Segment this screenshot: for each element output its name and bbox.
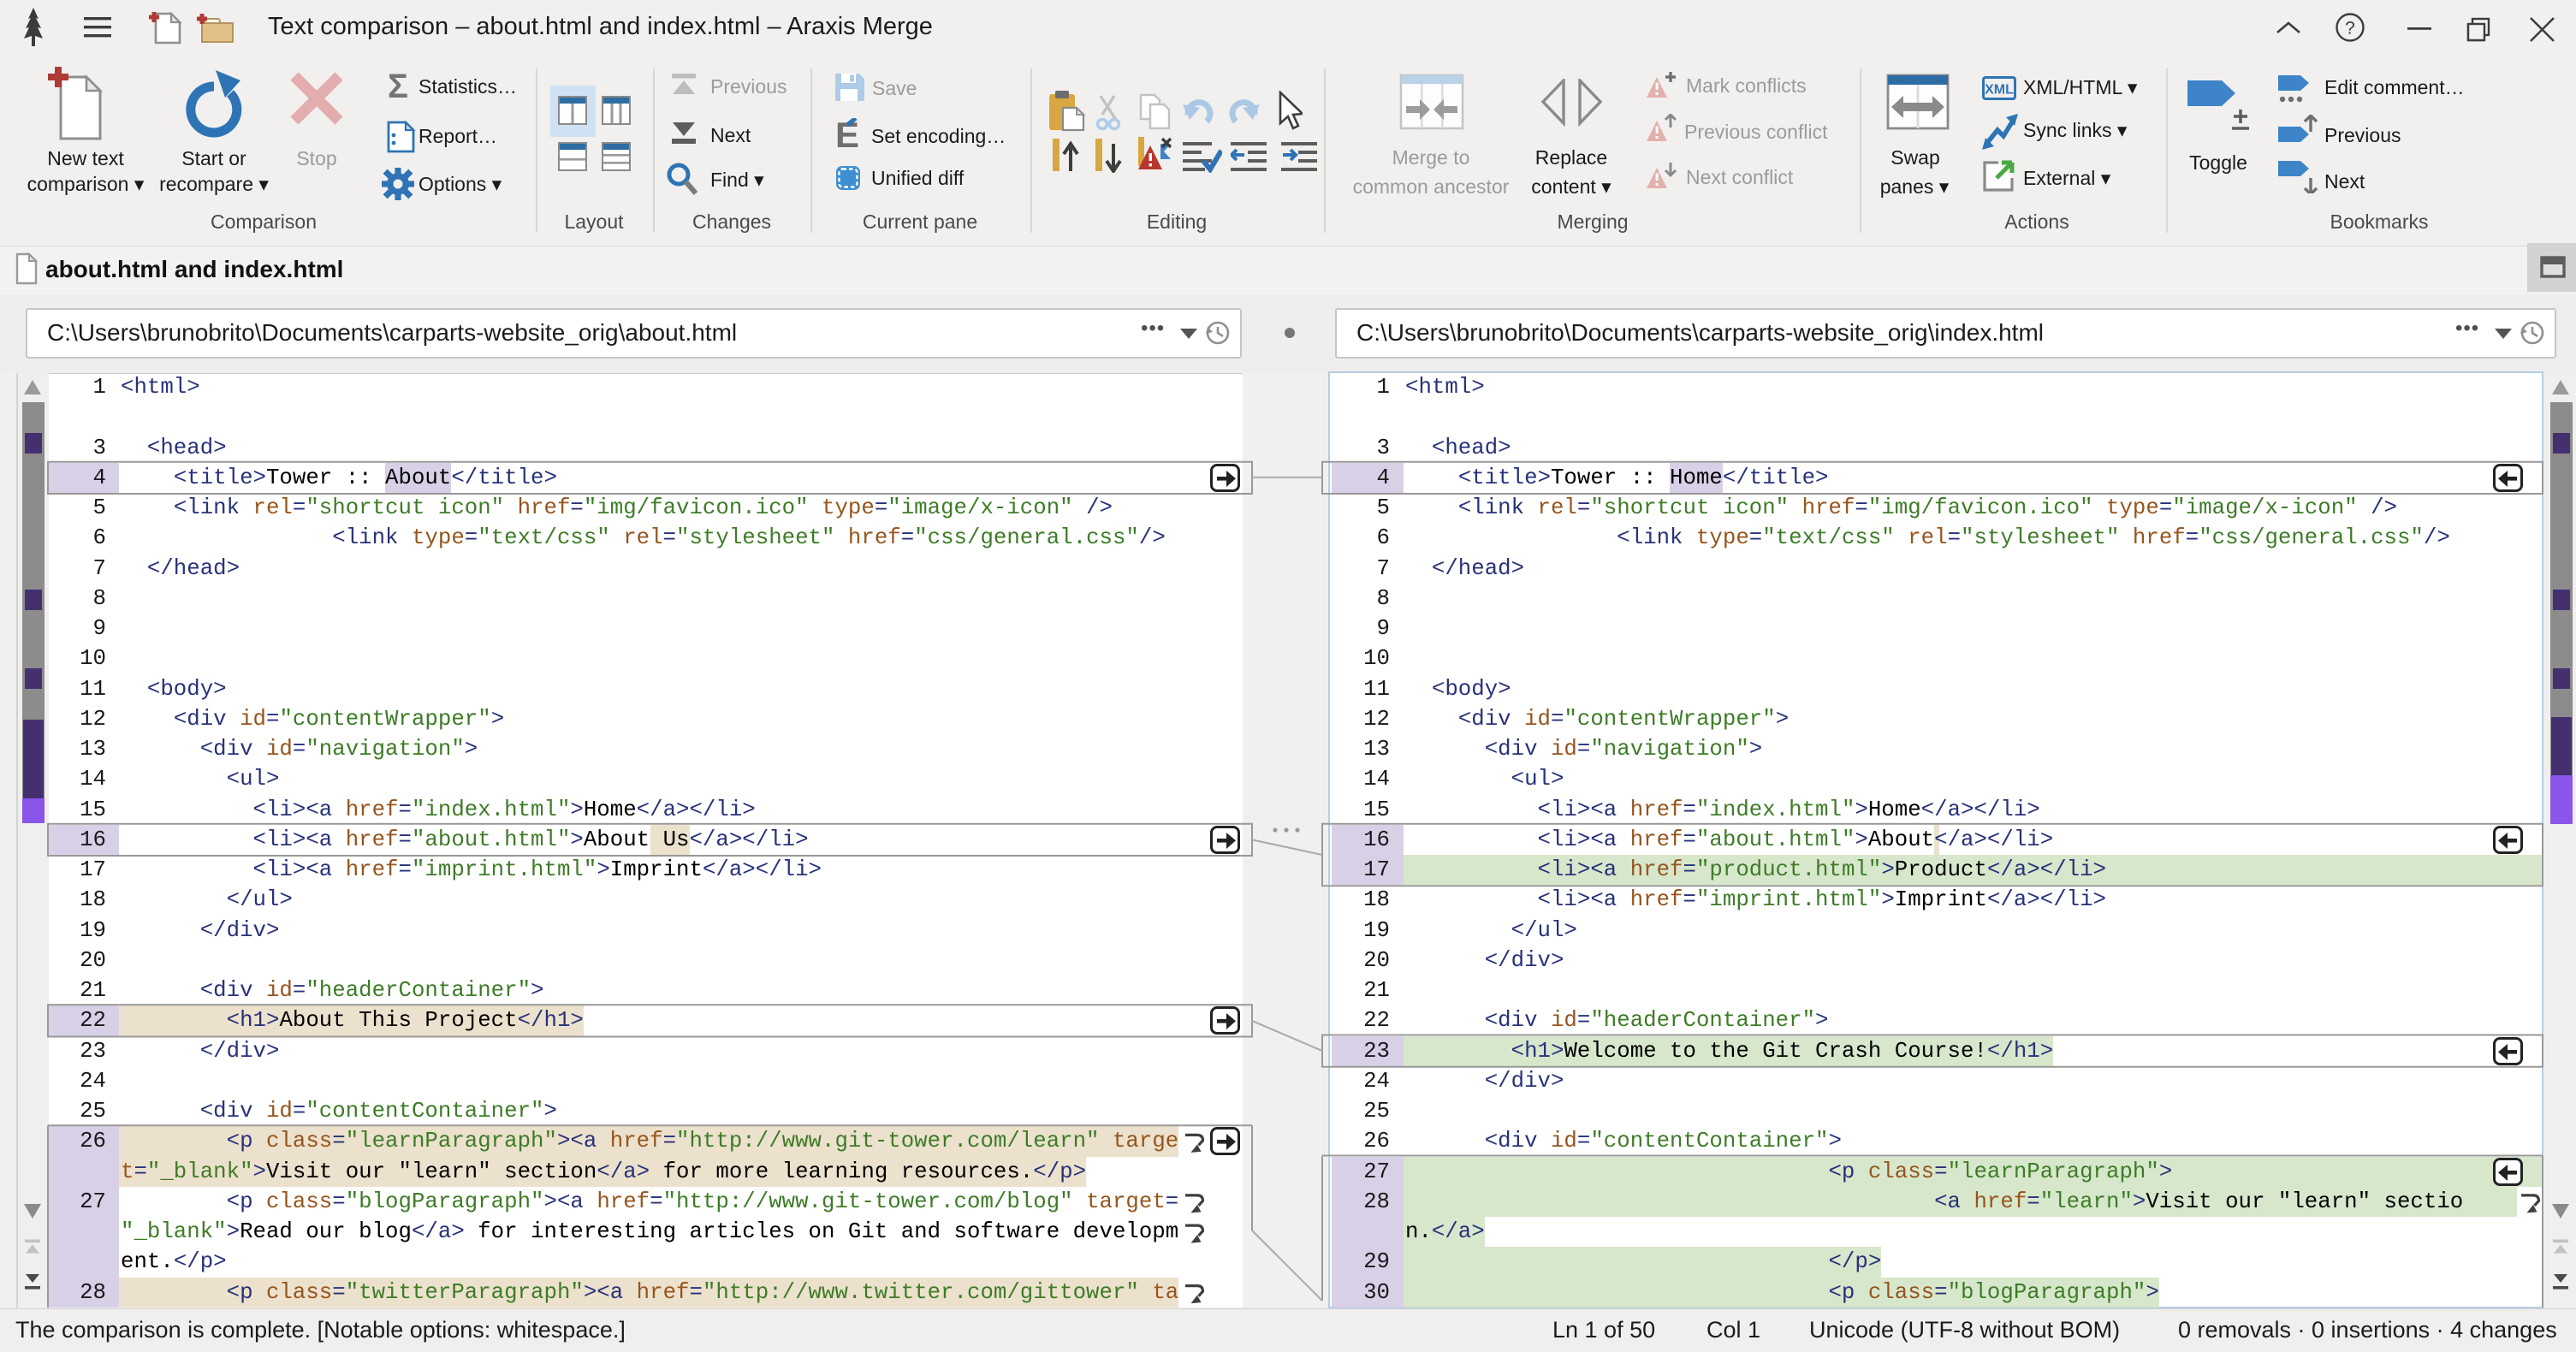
svg-text:XML: XML [1985,83,2014,98]
svg-text:Σ: Σ [388,71,408,102]
svg-text:?: ? [2345,19,2355,39]
